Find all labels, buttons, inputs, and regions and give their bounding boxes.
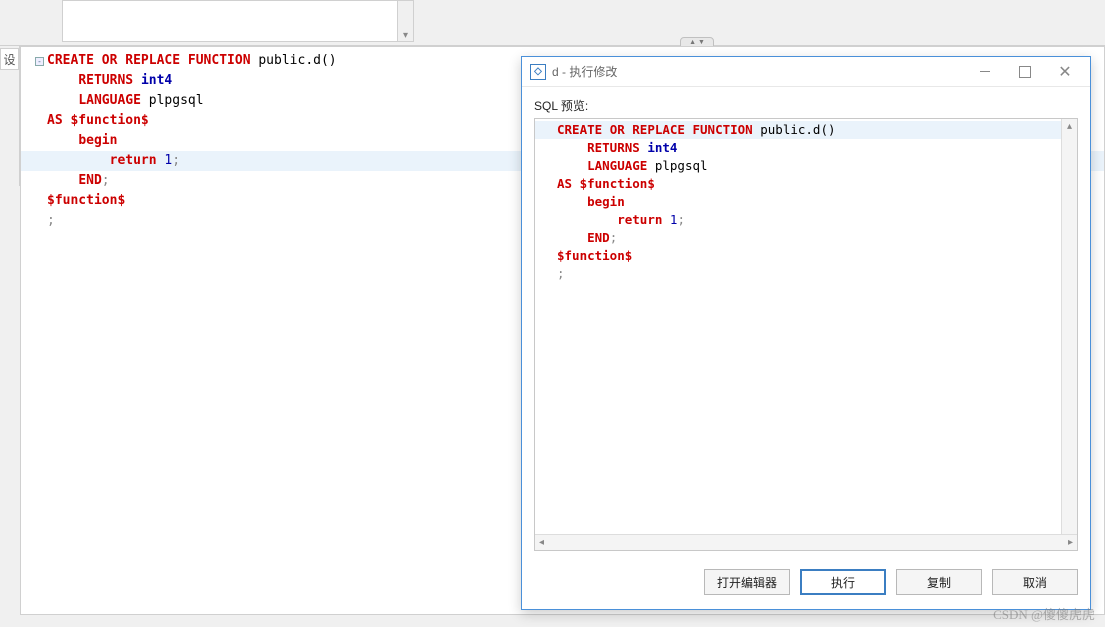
- maximize-button[interactable]: [1008, 60, 1042, 84]
- dialog-button-row: 打开编辑器 执行 复制 取消: [522, 555, 1090, 609]
- left-sidebar: 设: [0, 46, 20, 186]
- top-panel: ▾: [62, 0, 414, 42]
- execute-button[interactable]: 执行: [800, 569, 886, 595]
- close-button[interactable]: ✕: [1048, 60, 1082, 84]
- minimize-button[interactable]: [968, 60, 1002, 84]
- dialog-body: SQL 预览: - CREATE OR REPLACE FUNCTION pub…: [522, 87, 1090, 555]
- copy-button[interactable]: 复制: [896, 569, 982, 595]
- dialog-titlebar[interactable]: ◇ d - 执行修改 ✕: [522, 57, 1090, 87]
- watermark: CSDN @傻傻虎虎: [993, 604, 1095, 623]
- preview-gutter: -: [535, 119, 555, 550]
- open-editor-button[interactable]: 打开编辑器: [704, 569, 790, 595]
- fold-toggle-icon[interactable]: -: [35, 57, 44, 66]
- preview-code[interactable]: CREATE OR REPLACE FUNCTION public.d() RE…: [557, 121, 1061, 283]
- top-panel-scrollbar[interactable]: ▾: [397, 1, 413, 41]
- sql-preview-box: - CREATE OR REPLACE FUNCTION public.d() …: [534, 118, 1078, 551]
- dialog-icon: ◇: [530, 64, 546, 80]
- dialog-title-text: d - 执行修改: [552, 63, 962, 80]
- sql-preview-label: SQL 预览:: [534, 97, 1078, 114]
- execute-dialog: ◇ d - 执行修改 ✕ SQL 预览: - CREATE OR REPLACE…: [521, 56, 1091, 610]
- preview-vertical-scrollbar[interactable]: ▴: [1061, 119, 1077, 534]
- preview-horizontal-scrollbar[interactable]: ◂▸: [535, 534, 1077, 550]
- left-tab[interactable]: 设: [0, 48, 19, 70]
- top-toolbar: ▾ ▲▼: [0, 0, 1105, 46]
- editor-gutter: -: [21, 47, 45, 614]
- cancel-button[interactable]: 取消: [992, 569, 1078, 595]
